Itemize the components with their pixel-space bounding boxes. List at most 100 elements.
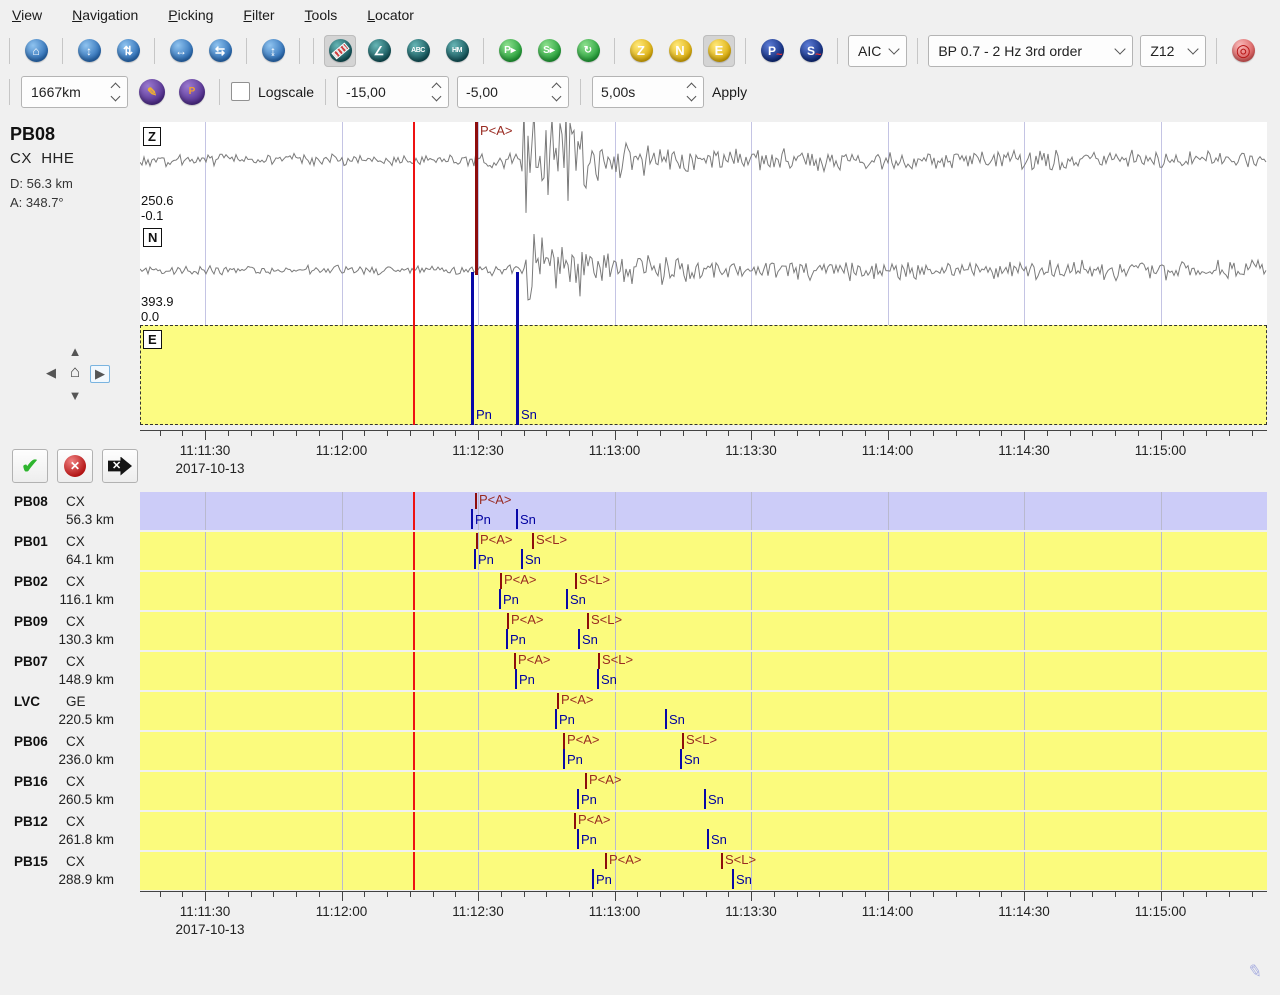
pick-marker-sn[interactable]: [597, 669, 599, 689]
component-z-button[interactable]: Z: [625, 35, 657, 67]
pick-marker-p[interactable]: [476, 533, 478, 549]
filter-select[interactable]: BP 0.7 - 2 Hz 3rd order: [928, 35, 1133, 67]
station-row-pb08[interactable]: PB08CX56.3 kmP<A>PnSn: [0, 492, 1280, 530]
pick-marker-p[interactable]: [563, 733, 565, 749]
component-e-button[interactable]: E: [703, 35, 735, 67]
pick-marker-sn[interactable]: [732, 869, 734, 889]
pick-marker-pn[interactable]: [515, 669, 517, 689]
confirm-pick-button[interactable]: ✔: [12, 449, 48, 483]
pick-marker-p[interactable]: [507, 613, 509, 629]
pick-marker-sn[interactable]: [704, 789, 706, 809]
spinner-arrows-icon[interactable]: [688, 84, 695, 100]
spinner-arrows-icon[interactable]: [433, 84, 440, 100]
skip-station-button[interactable]: ✕: [102, 449, 138, 483]
scroll-right-icon[interactable]: ▶: [90, 365, 110, 383]
home-view-button[interactable]: ⌂: [20, 35, 52, 67]
amplitude-reset-button[interactable]: ⇅: [112, 35, 144, 67]
pick-marker-sn[interactable]: [516, 509, 518, 529]
show-theoretical-s-button[interactable]: S~: [795, 35, 827, 67]
show-theoretical-p-button[interactable]: P~: [756, 35, 788, 67]
station-trace[interactable]: P<A>PnSn: [140, 772, 1267, 810]
pick-marker-p[interactable]: [574, 813, 576, 829]
pick-marker-pn[interactable]: [474, 549, 476, 569]
station-trace[interactable]: P<A>S<L>PnSn: [140, 532, 1267, 570]
repick-window-button[interactable]: P: [176, 76, 208, 108]
measure-ruler-button[interactable]: [324, 35, 356, 67]
scroll-up-icon[interactable]: ▲: [66, 343, 84, 359]
pick-marker-pn[interactable]: [592, 869, 594, 889]
scroll-left-icon[interactable]: ◀: [42, 365, 60, 381]
pick-marker-p[interactable]: [500, 573, 502, 589]
pick-marker-sn[interactable]: [665, 709, 667, 729]
spinner-arrows-icon[interactable]: [553, 84, 560, 100]
station-row-pb12[interactable]: PB12CX261.8 kmP<A>PnSn: [0, 812, 1280, 850]
normalize-amplitude-button[interactable]: ↨: [257, 35, 289, 67]
phase-names-button[interactable]: ABC: [402, 35, 434, 67]
menu-filter[interactable]: Filter: [243, 7, 274, 23]
pick-s-button[interactable]: S▸: [533, 35, 565, 67]
menu-picking[interactable]: Picking: [168, 7, 213, 23]
distance-range-combo[interactable]: 1667km: [21, 76, 128, 108]
station-trace[interactable]: P<A>S<L>PnSn: [140, 732, 1267, 770]
window-end-spinbox[interactable]: -5,00: [457, 76, 569, 108]
station-row-pb09[interactable]: PB09CX130.3 kmP<A>S<L>PnSn: [0, 612, 1280, 650]
station-trace[interactable]: P<A>S<L>PnSn: [140, 572, 1267, 610]
time-reset-button[interactable]: ⇆: [204, 35, 236, 67]
station-row-pb16[interactable]: PB16CX260.5 kmP<A>PnSn: [0, 772, 1280, 810]
menu-locator[interactable]: Locator: [367, 7, 414, 23]
menu-navigation[interactable]: Navigation: [72, 7, 138, 23]
menu-view[interactable]: View: [12, 7, 42, 23]
station-row-lvc[interactable]: LVCGE220.5 kmP<A>PnSn: [0, 692, 1280, 730]
pick-p-button[interactable]: P▸: [494, 35, 526, 67]
time-ruler-button[interactable]: HM: [441, 35, 473, 67]
pick-marker-pn[interactable]: [471, 272, 474, 425]
pick-marker-sn[interactable]: [578, 629, 580, 649]
pick-marker-p[interactable]: [605, 853, 607, 869]
spinner-arrows-icon[interactable]: [112, 84, 119, 100]
pick-marker-s[interactable]: [587, 613, 589, 629]
scroll-down-icon[interactable]: ▼: [66, 387, 84, 403]
pick-marker-pn[interactable]: [499, 589, 501, 609]
pick-marker-s[interactable]: [721, 853, 723, 869]
station-trace[interactable]: P<A>S<L>PnSn: [140, 612, 1267, 650]
station-row-pb15[interactable]: PB15CX288.9 kmP<A>S<L>PnSn: [0, 852, 1280, 890]
orientation-select[interactable]: Z12: [1140, 35, 1206, 67]
pick-marker-s[interactable]: [682, 733, 684, 749]
pick-marker-sn[interactable]: [516, 272, 519, 425]
pick-marker-p[interactable]: [475, 122, 478, 275]
station-trace[interactable]: P<A>S<L>PnSn: [140, 852, 1267, 890]
pick-marker-pn[interactable]: [563, 749, 565, 769]
station-row-pb06[interactable]: PB06CX236.0 kmP<A>S<L>PnSn: [0, 732, 1280, 770]
pick-marker-p[interactable]: [475, 493, 477, 509]
pick-marker-s[interactable]: [532, 533, 534, 549]
menu-tools[interactable]: Tools: [305, 7, 338, 23]
pick-marker-pn[interactable]: [471, 509, 473, 529]
pick-marker-pn[interactable]: [555, 709, 557, 729]
station-row-pb07[interactable]: PB07CX148.9 kmP<A>S<L>PnSn: [0, 652, 1280, 690]
station-trace[interactable]: P<A>PnSn: [140, 492, 1267, 530]
station-trace[interactable]: P<A>PnSn: [140, 692, 1267, 730]
pick-marker-sn[interactable]: [521, 549, 523, 569]
polarization-button[interactable]: ∠: [363, 35, 395, 67]
station-row-pb02[interactable]: PB02CX116.1 kmP<A>S<L>PnSn: [0, 572, 1280, 610]
station-trace[interactable]: P<A>PnSn: [140, 812, 1267, 850]
pick-marker-sn[interactable]: [680, 749, 682, 769]
pick-marker-sn[interactable]: [566, 589, 568, 609]
apply-button[interactable]: Apply: [712, 84, 747, 100]
pick-marker-p[interactable]: [557, 693, 559, 709]
pick-marker-s[interactable]: [598, 653, 600, 669]
duration-spinbox[interactable]: 5,00s: [592, 76, 704, 108]
picker-algorithm-select[interactable]: AIC: [848, 35, 907, 67]
amplitude-zoom-button[interactable]: ↕: [73, 35, 105, 67]
pick-marker-s[interactable]: [575, 573, 577, 589]
component-n-button[interactable]: N: [664, 35, 696, 67]
time-zoom-button[interactable]: ↔: [165, 35, 197, 67]
window-begin-spinbox[interactable]: -15,00: [337, 76, 449, 108]
logscale-checkbox[interactable]: [231, 82, 250, 101]
station-trace[interactable]: P<A>S<L>PnSn: [140, 652, 1267, 690]
waveform-panel[interactable]: P<A>PnSn Z N E 250.6 -0.1 393.9 0.0: [140, 122, 1267, 425]
pick-marker-pn[interactable]: [506, 629, 508, 649]
pick-marker-pn[interactable]: [577, 789, 579, 809]
station-row-pb01[interactable]: PB01CX64.1 kmP<A>S<L>PnSn: [0, 532, 1280, 570]
pick-marker-p[interactable]: [585, 773, 587, 789]
